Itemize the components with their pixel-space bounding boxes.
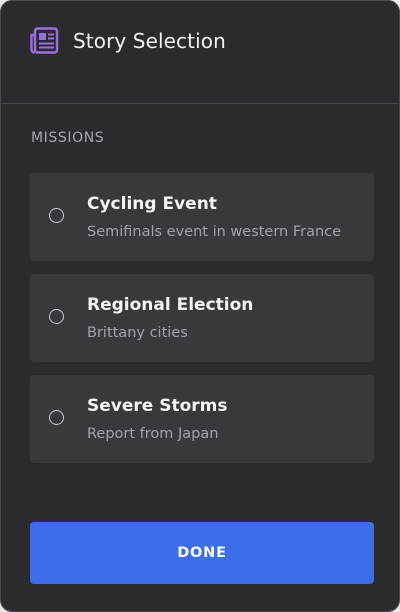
mission-subtitle: Report from Japan [87, 426, 219, 442]
radio-button[interactable] [49, 208, 64, 223]
radio-button[interactable] [49, 309, 64, 324]
done-button[interactable]: DONE [30, 522, 374, 584]
mission-title: Regional Election [87, 295, 254, 315]
panel-header: Story Selection [1, 1, 399, 104]
story-selection-panel: Story Selection MISSIONS Cycling Event S… [0, 0, 400, 612]
missions-list: Cycling Event Semifinals event in wester… [30, 173, 374, 476]
mission-item-severe-storms[interactable]: Severe Storms Report from Japan [30, 375, 374, 463]
mission-item-cycling-event[interactable]: Cycling Event Semifinals event in wester… [30, 173, 374, 261]
mission-title: Cycling Event [87, 194, 217, 214]
page-title: Story Selection [73, 29, 226, 53]
newspaper-icon [29, 27, 59, 55]
mission-title: Severe Storms [87, 396, 228, 416]
mission-subtitle: Semifinals event in western France [87, 224, 342, 240]
mission-subtitle: Brittany cities [87, 325, 188, 341]
radio-button[interactable] [49, 410, 64, 425]
mission-item-regional-election[interactable]: Regional Election Brittany cities [30, 274, 374, 362]
missions-section-label: MISSIONS [31, 130, 105, 146]
